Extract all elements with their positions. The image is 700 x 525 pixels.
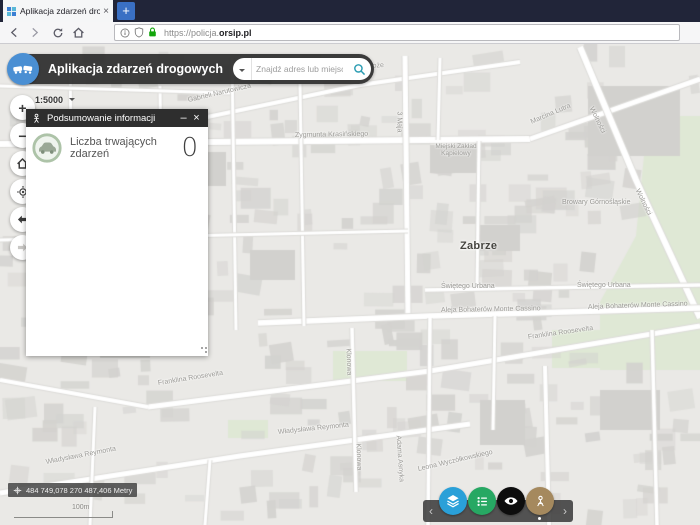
browser-tab[interactable]: Aplikacja zdarzeń drogowych × [3,0,113,22]
legend-icon [475,494,490,509]
scale-selector[interactable]: 1:5000 [35,95,75,105]
new-tab-button[interactable]: + [117,2,135,20]
basemap-widget-button[interactable] [439,487,467,515]
search-button[interactable] [347,58,371,80]
navigation-toolbar: https://policja.orsip.pl [0,22,700,44]
car-crash-icon [7,53,39,85]
dock-prev-arrow[interactable]: ‹ [429,503,433,519]
scalebar-label: 100m [72,504,114,511]
dock-page-dot [538,517,541,520]
panel-body: Liczba trwających zdarzeń 0 [26,127,208,356]
metric-label: Liczba trwających zdarzeń [70,136,181,160]
summary-panel: Podsumowanie informacji – × Liczba trwaj… [26,109,208,356]
search-input[interactable] [252,64,347,74]
visibility-widget-button[interactable] [497,487,525,515]
layers-icon [445,493,461,509]
metric-row: Liczba trwających zdarzeń 0 [26,127,208,164]
scale-value: 1:5000 [35,95,63,105]
forward-button[interactable] [24,23,44,43]
metric-value: 0 [181,133,198,163]
nav-home-icon[interactable] [68,23,88,43]
pin-icon [31,113,42,124]
widget-dock: ‹ › [423,500,573,522]
coordinates-text: 484 749,078 270 487,406 Metry [26,486,132,495]
map-scalebar: 100m [14,504,114,518]
app-header: Aplikacja zdarzeń drogowych [8,54,374,84]
lock-icon[interactable] [148,27,157,38]
search-source-dropdown[interactable] [233,58,252,80]
city-label: Zabrze [460,240,497,252]
scalebar-line [14,511,113,518]
reload-button[interactable] [48,23,68,43]
browser-window: Aplikacja zdarzeń drogowych × + https://… [0,0,700,525]
url-bar[interactable]: https://policja.orsip.pl [114,24,680,41]
tracking-shield-icon[interactable] [134,27,144,38]
crosshair-icon[interactable] [13,486,22,495]
dock-next-arrow[interactable]: › [563,503,567,519]
minimize-button[interactable]: – [177,109,190,127]
back-button[interactable] [4,23,24,43]
eye-icon [503,493,519,509]
chevron-down-icon [69,98,75,104]
tab-title: Aplikacja zdarzeń drogowych [20,6,100,16]
tab-close-icon[interactable]: × [103,6,109,17]
close-button[interactable]: × [190,109,203,127]
map-viewport: Gabrieli NarutowiczaSzczęść BożeZygmunta… [0,44,700,525]
page-info-icon[interactable] [120,28,130,38]
site-favicon [7,7,16,16]
chevron-down-icon [239,69,245,75]
tab-bar: Aplikacja zdarzeń drogowych × + [0,0,700,22]
search-box [233,58,371,80]
panel-resize-handle[interactable] [201,347,203,349]
panel-header[interactable]: Podsumowanie informacji – × [26,109,208,127]
url-text: https://policja.orsip.pl [164,28,252,38]
measure-tools-icon [533,494,548,509]
legend-widget-button[interactable] [468,487,496,515]
coordinates-bar: 484 749,078 270 487,406 Metry [8,483,137,497]
app-title: Aplikacja zdarzeń drogowych [48,62,223,76]
panel-title: Podsumowanie informacji [47,113,177,124]
incidents-icon [31,132,63,164]
tools-widget-button[interactable] [526,487,554,515]
